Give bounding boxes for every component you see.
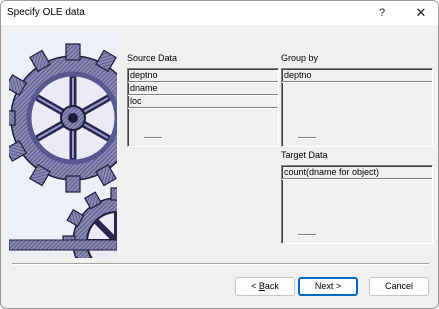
gears-art [9,32,117,258]
empty-list-marker [298,137,316,138]
list-item[interactable]: count(dname for object) [282,166,432,179]
separator [12,263,429,265]
shaft [9,239,117,251]
ole-data-dialog: Specify OLE data ? ✕ Source Data deptno … [0,0,439,309]
list-item[interactable]: loc [128,95,278,108]
help-button[interactable]: ? [362,1,402,25]
group-by-list[interactable]: deptno [281,68,433,147]
target-data-label: Target Data [281,150,328,160]
close-icon: ✕ [415,5,427,20]
empty-list-marker [144,137,162,138]
gears-illustration [9,32,117,258]
question-mark-icon: ? [378,7,386,19]
window-title: Specify OLE data [7,7,85,18]
back-prefix: < [251,281,259,291]
list-item[interactable]: deptno [128,69,278,82]
close-button[interactable]: ✕ [401,1,438,25]
next-button[interactable]: Next > [298,277,358,296]
target-data-list[interactable]: count(dname for object) [281,165,433,244]
back-rest: ack [264,281,279,291]
source-data-list[interactable]: deptno dname loc [127,68,279,147]
list-item[interactable]: dname [128,82,278,95]
list-item[interactable]: deptno [282,69,432,82]
group-by-label: Group by [281,53,319,63]
back-button[interactable]: < Back [235,277,295,296]
empty-list-marker [298,234,316,235]
cancel-button[interactable]: Cancel [369,277,429,296]
title-bar: Specify OLE data ? ✕ [1,1,438,25]
source-data-label: Source Data [127,53,178,63]
